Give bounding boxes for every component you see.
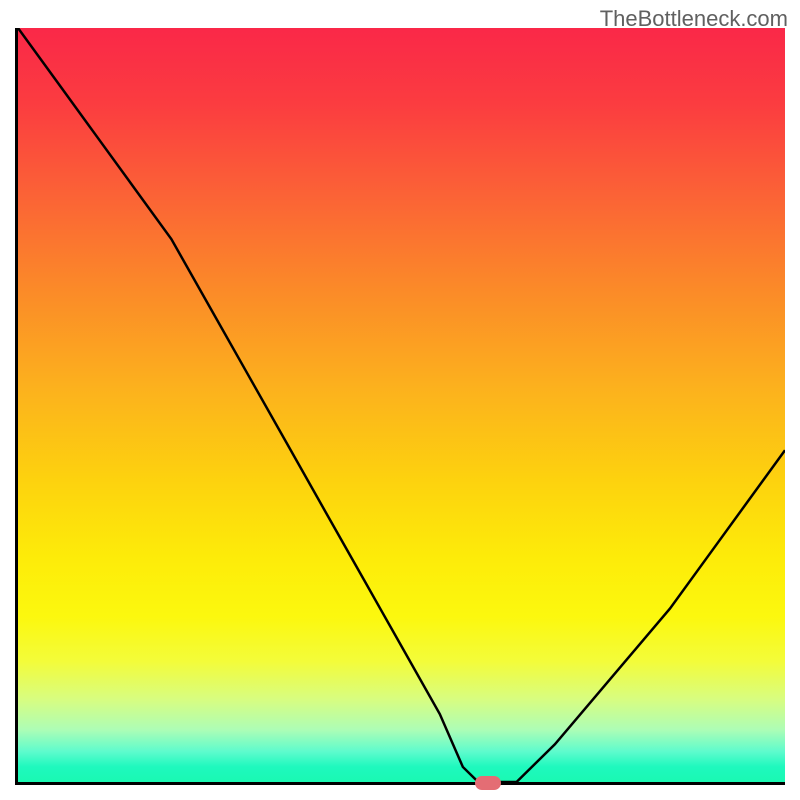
chart-curve [18, 28, 785, 782]
watermark-text: TheBottleneck.com [600, 6, 788, 32]
chart-plot-area [15, 28, 785, 785]
chart-minimum-marker [475, 776, 501, 790]
